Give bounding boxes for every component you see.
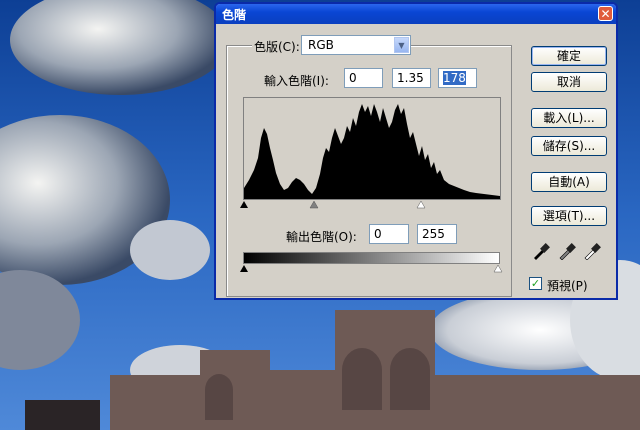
output-levels-label: 輸出色階(O): — [286, 230, 357, 244]
output-black-field[interactable]: 0 — [369, 224, 409, 244]
load-button[interactable]: 載入(L)... — [531, 108, 607, 128]
preview-checkbox[interactable]: ✓ — [529, 277, 542, 290]
gamma-handle[interactable] — [309, 200, 319, 209]
output-black-handle[interactable] — [240, 265, 248, 272]
output-white-field[interactable]: 255 — [417, 224, 457, 244]
channel-label: 色版(C): — [252, 38, 302, 55]
output-gradient-bar — [243, 252, 500, 264]
input-black-field[interactable]: 0 — [344, 68, 383, 88]
input-slider[interactable] — [240, 200, 504, 210]
levels-dialog: 色階 ✕ 色版(C): RGB ▼ 輸入色階(I): 0 1.35 178 輸出… — [214, 2, 618, 300]
black-point-handle[interactable] — [240, 201, 248, 208]
channel-value: RGB — [308, 38, 334, 52]
input-white-value: 178 — [443, 71, 466, 85]
chevron-down-icon[interactable]: ▼ — [394, 37, 409, 53]
dialog-title: 色階 — [222, 8, 247, 22]
white-eyedropper-icon[interactable] — [582, 242, 602, 260]
input-white-field[interactable]: 178 — [438, 68, 477, 88]
black-eyedropper-icon[interactable] — [531, 242, 551, 260]
histogram — [243, 97, 501, 200]
save-button[interactable]: 儲存(S)... — [531, 136, 607, 156]
auto-button[interactable]: 自動(A) — [531, 172, 607, 192]
histogram-graph — [244, 104, 500, 199]
gray-eyedropper-icon[interactable] — [557, 242, 577, 260]
cancel-button[interactable]: 取消 — [531, 72, 607, 92]
white-point-handle[interactable] — [416, 200, 426, 209]
output-slider[interactable] — [240, 264, 504, 274]
preview-label: 預視(P) — [547, 279, 588, 293]
input-levels-label: 輸入色階(I): — [264, 74, 329, 88]
options-button[interactable]: 選項(T)... — [531, 206, 607, 226]
close-button[interactable]: ✕ — [598, 6, 613, 21]
title-bar[interactable]: 色階 ✕ — [216, 4, 616, 24]
output-white-handle[interactable] — [493, 264, 503, 273]
channel-select[interactable]: RGB ▼ — [301, 35, 411, 55]
checkmark-icon: ✓ — [530, 277, 541, 290]
input-gamma-field[interactable]: 1.35 — [392, 68, 431, 88]
ok-button[interactable]: 確定 — [531, 46, 607, 66]
